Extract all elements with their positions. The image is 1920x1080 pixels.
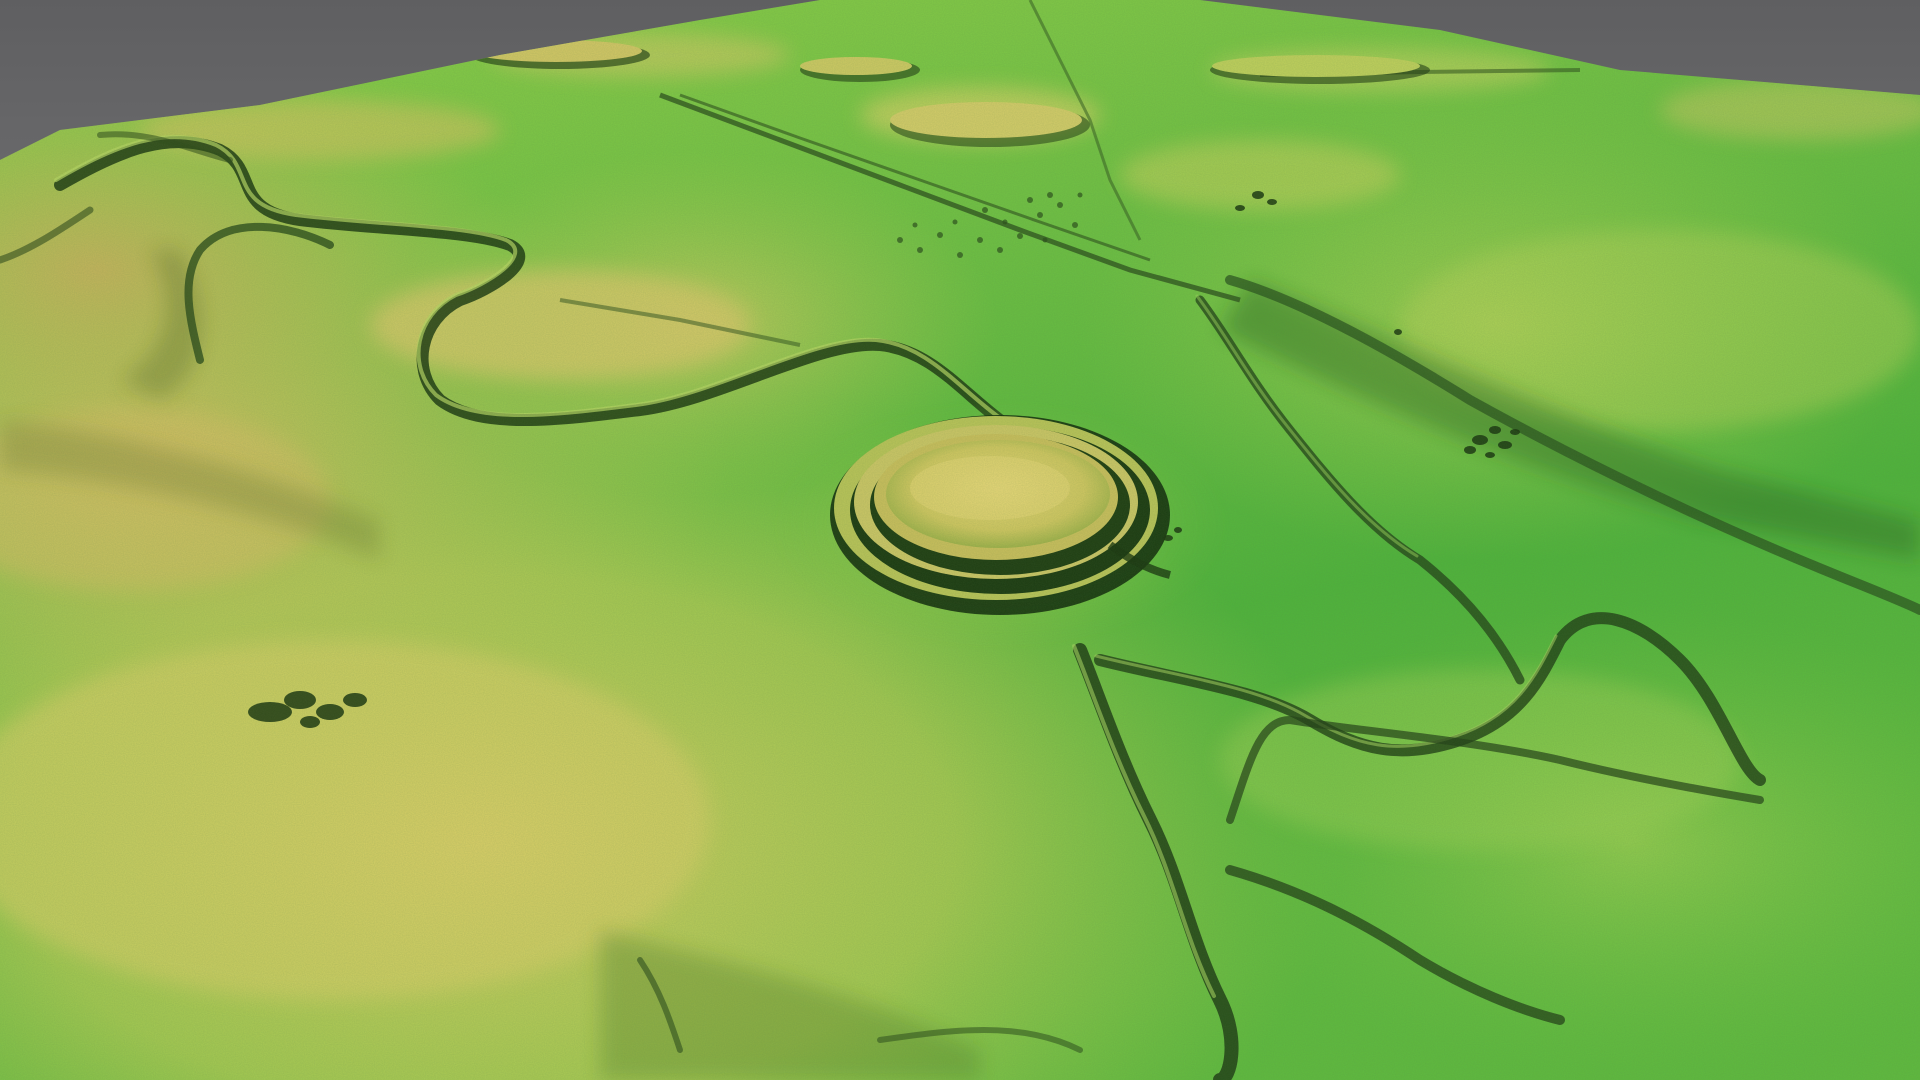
terrain-surface: [0, 0, 1920, 1080]
lidar-terrain-view[interactable]: [0, 0, 1920, 1080]
